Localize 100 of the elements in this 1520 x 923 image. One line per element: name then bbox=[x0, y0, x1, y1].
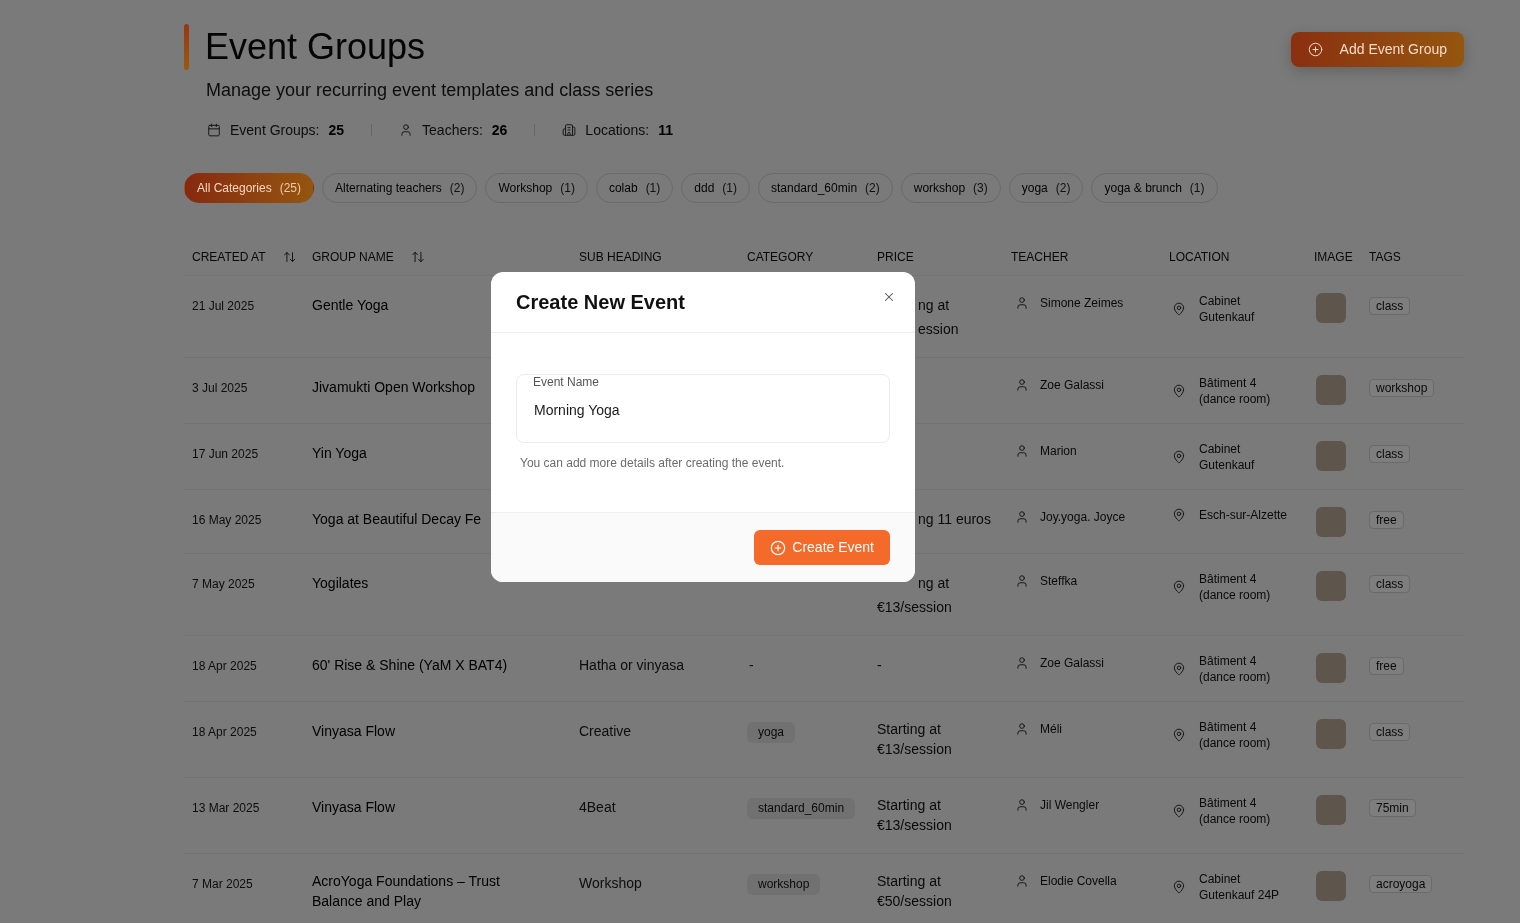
tag-chip: workshop bbox=[1369, 379, 1435, 397]
location-text: Bâtiment 4 (dance room) bbox=[1199, 653, 1272, 685]
column-header: CREATED AT bbox=[192, 248, 266, 265]
create-event-button[interactable]: Create Event bbox=[754, 530, 890, 565]
hint-text: You can add more details after creating the event. bbox=[519, 455, 786, 471]
stat-label: Event Groups: bbox=[230, 121, 320, 140]
map-pin-icon bbox=[1172, 880, 1186, 894]
location-text: Bâtiment 4 (dance room) bbox=[1199, 795, 1272, 827]
close-icon bbox=[882, 290, 896, 304]
group-name: 60' Rise & Shine (YaM X BAT4) bbox=[312, 656, 508, 675]
user-icon bbox=[1015, 656, 1029, 670]
photo-placeholder bbox=[1316, 871, 1346, 901]
sort-icon[interactable] bbox=[410, 249, 425, 264]
close-button[interactable] bbox=[882, 290, 896, 304]
teacher-name: Marion bbox=[1040, 443, 1077, 460]
column-header: LOCATION bbox=[1169, 248, 1230, 265]
location-text: Bâtiment 4 (dance room) bbox=[1199, 719, 1272, 751]
building-icon bbox=[562, 123, 577, 137]
user-icon bbox=[1015, 296, 1029, 310]
photo-placeholder bbox=[1316, 507, 1346, 537]
tag-chip: class bbox=[1369, 723, 1411, 741]
tag-chip: free bbox=[1369, 511, 1404, 529]
location-text: Bâtiment 4 (dance room) bbox=[1199, 375, 1272, 407]
stat-value: 25 bbox=[328, 121, 345, 140]
sub-heading: 4Beat bbox=[579, 798, 616, 817]
created-date: 13 Mar 2025 bbox=[192, 800, 260, 816]
created-date: 18 Apr 2025 bbox=[192, 658, 257, 674]
group-name: Yogilates bbox=[312, 574, 369, 593]
photo-placeholder bbox=[1316, 293, 1346, 323]
price-text: ng 11 euros bbox=[918, 510, 991, 529]
column-header: GROUP NAME bbox=[312, 248, 394, 265]
map-pin-icon bbox=[1172, 728, 1186, 742]
photo-placeholder bbox=[1316, 375, 1346, 405]
group-name: Yoga at Beautiful Decay Fe bbox=[312, 510, 482, 529]
calendar-icon bbox=[207, 123, 221, 137]
category-filter[interactable]: All Categories (25) bbox=[184, 173, 315, 203]
page-title: Event Groups bbox=[205, 25, 426, 69]
created-date: 7 May 2025 bbox=[192, 576, 255, 592]
map-pin-icon bbox=[1172, 302, 1186, 316]
accent-bar bbox=[184, 24, 189, 70]
tag-chip: class bbox=[1369, 297, 1411, 315]
teacher-name: Elodie Covella bbox=[1040, 873, 1117, 890]
photo-placeholder bbox=[1316, 441, 1346, 471]
teacher-name: Simone Zeimes bbox=[1040, 295, 1124, 312]
location-text: Cabinet Gutenkauf bbox=[1199, 293, 1256, 325]
price-text: Starting at €50/session bbox=[877, 872, 953, 911]
category-chip: standard_60min bbox=[747, 798, 856, 819]
created-date: 21 Jul 2025 bbox=[192, 298, 255, 314]
category-chip: yoga bbox=[747, 722, 796, 743]
group-name: Vinyasa Flow bbox=[312, 722, 395, 741]
sub-heading: Hatha or vinyasa bbox=[579, 656, 685, 675]
created-date: 18 Apr 2025 bbox=[192, 724, 257, 740]
location-text: Bâtiment 4 (dance room) bbox=[1199, 571, 1272, 603]
column-header: TAGS bbox=[1369, 248, 1401, 265]
created-date: 17 Jun 2025 bbox=[192, 446, 259, 462]
map-pin-icon bbox=[1172, 508, 1186, 522]
sub-heading: Creative bbox=[579, 722, 632, 741]
photo-placeholder bbox=[1316, 719, 1346, 749]
created-date: 3 Jul 2025 bbox=[192, 380, 248, 396]
plus-circle-icon bbox=[770, 539, 787, 556]
user-icon bbox=[1015, 510, 1029, 524]
group-name: Jivamukti Open Workshop bbox=[312, 378, 476, 397]
teacher-name: Joy.yoga. Joyce bbox=[1040, 509, 1126, 526]
location-text: Cabinet Gutenkauf bbox=[1199, 441, 1256, 473]
tag-chip: 75min bbox=[1369, 799, 1416, 817]
teacher-name: Méli bbox=[1040, 721, 1062, 738]
map-pin-icon bbox=[1172, 580, 1186, 594]
group-name: Gentle Yoga bbox=[312, 296, 389, 315]
teacher-name: Steffka bbox=[1040, 573, 1078, 590]
group-name: Yin Yoga bbox=[312, 444, 367, 463]
price-text: ession bbox=[918, 320, 959, 339]
photo-placeholder bbox=[1316, 653, 1346, 683]
price-text: ng at bbox=[918, 574, 950, 593]
teacher-name: Zoe Galassi bbox=[1040, 655, 1105, 672]
stat-label: Locations: bbox=[585, 121, 650, 140]
price-text: Starting at €13/session bbox=[877, 796, 953, 835]
category-text: - bbox=[749, 656, 754, 675]
map-pin-icon bbox=[1172, 450, 1186, 464]
column-header: TEACHER bbox=[1011, 248, 1069, 265]
stat-value: 26 bbox=[491, 121, 508, 140]
column-header: IMAGE bbox=[1314, 248, 1353, 265]
map-pin-icon bbox=[1172, 384, 1186, 398]
column-header: CATEGORY bbox=[747, 248, 814, 265]
category-chip: workshop bbox=[747, 874, 821, 895]
user-icon bbox=[1015, 874, 1029, 888]
page-subtitle: Manage your recurring event templates and class series bbox=[205, 79, 655, 102]
sub-heading: Workshop bbox=[579, 874, 642, 893]
tag-chip: class bbox=[1369, 445, 1411, 463]
sort-icon[interactable] bbox=[282, 249, 296, 264]
column-header: SUB HEADING bbox=[579, 248, 662, 265]
group-name: AcroYoga Foundations – Trust Balance and Play bbox=[312, 872, 501, 911]
teacher-name: Jil Wengler bbox=[1040, 797, 1100, 814]
tag-chip: acroyoga bbox=[1369, 875, 1433, 893]
stat-label: Teachers: bbox=[422, 121, 483, 140]
dialog-title: Create New Event bbox=[516, 290, 685, 315]
tag-chip: free bbox=[1369, 657, 1404, 675]
add-event-group-button[interactable]: Add Event Group bbox=[1290, 32, 1464, 67]
location-text: Cabinet Gutenkauf 24P bbox=[1199, 871, 1281, 903]
price-text: Starting at €13/session bbox=[877, 720, 953, 759]
map-pin-icon bbox=[1172, 662, 1186, 676]
